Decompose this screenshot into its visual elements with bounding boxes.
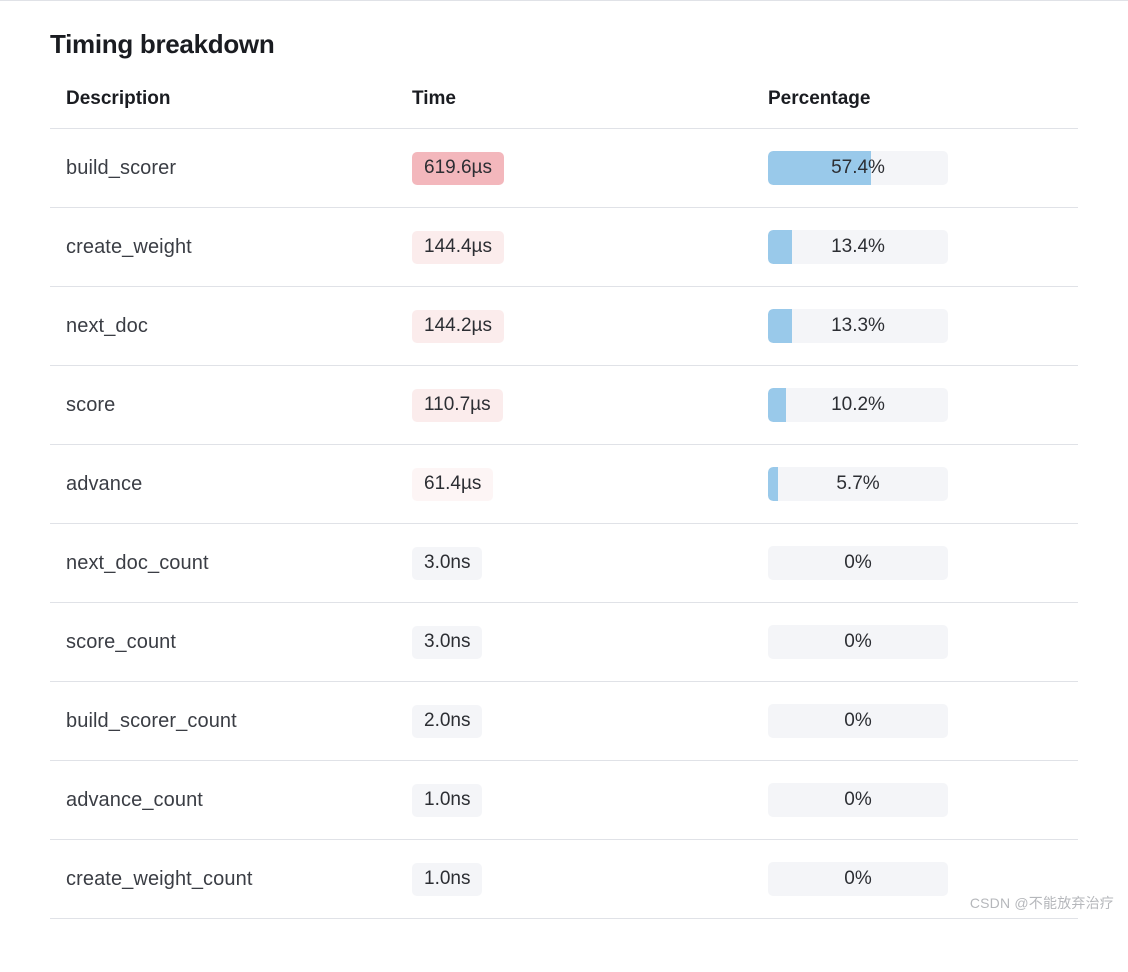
table-row: next_doc_count 3.0ns 0%	[50, 524, 1078, 603]
row-description: next_doc	[66, 315, 148, 337]
time-badge: 1.0ns	[412, 863, 482, 896]
percentage-bar: 0%	[768, 546, 948, 580]
percentage-bar: 13.4%	[768, 230, 948, 264]
percentage-bar: 0%	[768, 625, 948, 659]
column-header-percentage: Percentage	[768, 88, 1062, 110]
page-title: Timing breakdown	[50, 1, 1078, 78]
percentage-label: 5.7%	[768, 467, 948, 501]
table-row: create_weight_count 1.0ns 0%	[50, 840, 1078, 919]
row-description: create_weight_count	[66, 868, 252, 890]
percentage-label: 57.4%	[768, 151, 948, 185]
time-badge: 3.0ns	[412, 547, 482, 580]
table-row: score 110.7µs 10.2%	[50, 366, 1078, 445]
percentage-label: 13.4%	[768, 230, 948, 264]
percentage-label: 0%	[768, 546, 948, 580]
row-description: advance_count	[66, 789, 203, 811]
time-badge: 144.2µs	[412, 310, 504, 343]
table-row: score_count 3.0ns 0%	[50, 603, 1078, 682]
time-badge: 2.0ns	[412, 705, 482, 738]
percentage-bar: 57.4%	[768, 151, 948, 185]
row-description: advance	[66, 473, 142, 495]
row-description: next_doc_count	[66, 552, 209, 574]
percentage-label: 0%	[768, 783, 948, 817]
time-badge: 3.0ns	[412, 626, 482, 659]
time-badge: 144.4µs	[412, 231, 504, 264]
percentage-bar: 0%	[768, 862, 948, 896]
percentage-bar: 13.3%	[768, 309, 948, 343]
time-badge: 1.0ns	[412, 784, 482, 817]
row-description: build_scorer	[66, 157, 176, 179]
row-description: score_count	[66, 631, 176, 653]
percentage-label: 0%	[768, 704, 948, 738]
percentage-bar: 0%	[768, 704, 948, 738]
row-description: create_weight	[66, 236, 192, 258]
table-row: create_weight 144.4µs 13.4%	[50, 208, 1078, 287]
row-description: build_scorer_count	[66, 710, 237, 732]
timing-table: Description Time Percentage build_scorer…	[50, 78, 1078, 919]
table-row: advance 61.4µs 5.7%	[50, 445, 1078, 524]
percentage-label: 10.2%	[768, 388, 948, 422]
table-row: build_scorer_count 2.0ns 0%	[50, 682, 1078, 761]
time-badge: 61.4µs	[412, 468, 493, 501]
timing-breakdown-panel: Timing breakdown Description Time Percen…	[0, 0, 1128, 919]
percentage-label: 13.3%	[768, 309, 948, 343]
table-row: next_doc 144.2µs 13.3%	[50, 287, 1078, 366]
row-description: score	[66, 394, 115, 416]
percentage-label: 0%	[768, 862, 948, 896]
table-header-row: Description Time Percentage	[50, 78, 1078, 129]
column-header-time: Time	[412, 88, 768, 110]
percentage-label: 0%	[768, 625, 948, 659]
percentage-bar: 0%	[768, 783, 948, 817]
table-row: build_scorer 619.6µs 57.4%	[50, 129, 1078, 208]
percentage-bar: 5.7%	[768, 467, 948, 501]
table-row: advance_count 1.0ns 0%	[50, 761, 1078, 840]
percentage-bar: 10.2%	[768, 388, 948, 422]
time-badge: 619.6µs	[412, 152, 504, 185]
time-badge: 110.7µs	[412, 389, 503, 422]
column-header-description: Description	[66, 88, 412, 110]
